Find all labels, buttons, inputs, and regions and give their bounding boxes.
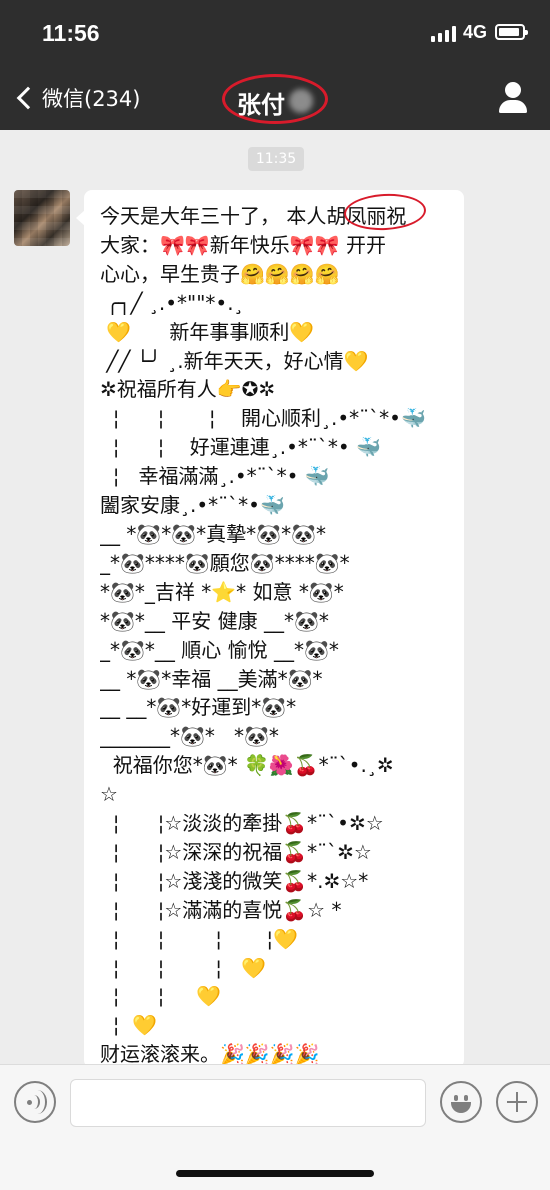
battery-icon bbox=[495, 24, 528, 40]
message-line: ¦ ¦ ¦ ¦💛 bbox=[100, 926, 299, 951]
message-line: 大家：🎀🎀新年快乐🎀🎀 开开 bbox=[100, 232, 386, 257]
message-line: __ __*🐼*好運到*🐼* bbox=[100, 695, 297, 720]
emoji-icon[interactable] bbox=[440, 1081, 482, 1123]
contact-name: 张付 bbox=[237, 91, 285, 119]
status-time: 11:56 bbox=[42, 20, 100, 46]
message-line: ☆ bbox=[100, 782, 118, 807]
message-line: _______*🐼* *🐼* bbox=[100, 724, 279, 749]
message-line: ¦ ¦☆滿滿的喜悦🍒☆ * bbox=[100, 897, 342, 922]
message-line: _*🐼*__ 順心 愉悅 __*🐼* bbox=[100, 637, 339, 662]
blurred-name-mask bbox=[289, 89, 313, 113]
message-line: ¦ ¦☆深深的祝福🍒*¨`✲☆ bbox=[100, 839, 372, 864]
message-line: 闔家安康¸.•*¨`*•🐳 bbox=[100, 493, 285, 518]
message-text: 今天是大年三十了， 本人胡凤丽祝 大家：🎀🎀新年快乐🎀🎀 开开 心心，早生贵子🤗🤗🤗… bbox=[100, 202, 454, 1069]
message-line: ¦ ¦☆淺淺的微笑🍒*.✲☆* bbox=[100, 868, 369, 893]
back-label: 微信(234) bbox=[42, 87, 141, 111]
plus-icon[interactable] bbox=[496, 1081, 538, 1123]
status-bar: 11:56 4G bbox=[0, 18, 550, 52]
voice-icon[interactable] bbox=[14, 1081, 56, 1123]
message-line: *🐼*_吉祥 *⭐* 如意 *🐼* bbox=[100, 579, 344, 604]
message-line: ✲祝福所有人👉✪✲ bbox=[100, 377, 276, 402]
message-line: 💛 新年事事顺利💛 bbox=[100, 319, 315, 344]
message-line: ¦ ¦ 好運連連¸.•*¨`*• 🐳 bbox=[100, 435, 381, 460]
message-line: _*🐼****🐼願您🐼****🐼* bbox=[100, 550, 350, 575]
message-line: ╱╱ └╯ ¸.新年天天，好心情💛 bbox=[100, 348, 369, 373]
header-bar: 11:56 4G 微信(234) 张付 bbox=[0, 0, 550, 130]
message-line: ¦ ¦ ¦ 💛 bbox=[100, 955, 266, 980]
message-line: __ *🐼*幸福 __美滿*🐼* bbox=[100, 666, 323, 691]
message-line: *🐼*__ 平安 健康 __*🐼* bbox=[100, 608, 329, 633]
nav-bar: 微信(234) 张付 bbox=[0, 66, 550, 126]
message-line: 祝福你您*🐼* 🍀🌺🍒*¨`•.¸✲ bbox=[100, 753, 394, 778]
back-button[interactable]: 微信(234) bbox=[14, 80, 140, 116]
message-line: ¦ ¦☆淡淡的牽掛🍒*¨`•✲☆ bbox=[100, 811, 384, 836]
message-line: ¦ ¦ ¦ 開心顺利¸.•*¨`*•🐳 bbox=[100, 406, 426, 431]
signal-icon bbox=[431, 26, 457, 42]
network-type: 4G bbox=[463, 22, 488, 42]
message-timestamp: 11:35 bbox=[248, 147, 304, 171]
home-indicator bbox=[176, 1170, 374, 1177]
message-line: ¦ ¦ 💛 bbox=[100, 984, 222, 1009]
chevron-left-icon bbox=[16, 86, 40, 110]
message-line: 心心，早生贵子🤗🤗🤗🤗 bbox=[100, 261, 340, 286]
message-line: __ *🐼*🐼*真摯*🐼*🐼* bbox=[100, 521, 326, 546]
person-icon[interactable] bbox=[496, 82, 530, 114]
contact-title: 张付 bbox=[222, 74, 328, 124]
avatar[interactable] bbox=[14, 190, 70, 246]
message-input[interactable] bbox=[70, 1079, 426, 1127]
message-line: ╭┐╱ ¸.•*""*•.¸ bbox=[100, 290, 244, 315]
chat-area[interactable]: 11:35 今天是大年三十了， 本人胡凤丽祝 大家：🎀🎀新年快乐🎀🎀 开开 心心，早… bbox=[0, 130, 550, 1068]
message-line: ¦ 💛 bbox=[100, 1013, 158, 1038]
message-bubble[interactable]: 今天是大年三十了， 本人胡凤丽祝 大家：🎀🎀新年快乐🎀🎀 开开 心心，早生贵子🤗🤗🤗… bbox=[76, 190, 464, 1069]
message-line: ¦ 幸福滿滿¸.•*¨`*• 🐳 bbox=[100, 464, 330, 489]
